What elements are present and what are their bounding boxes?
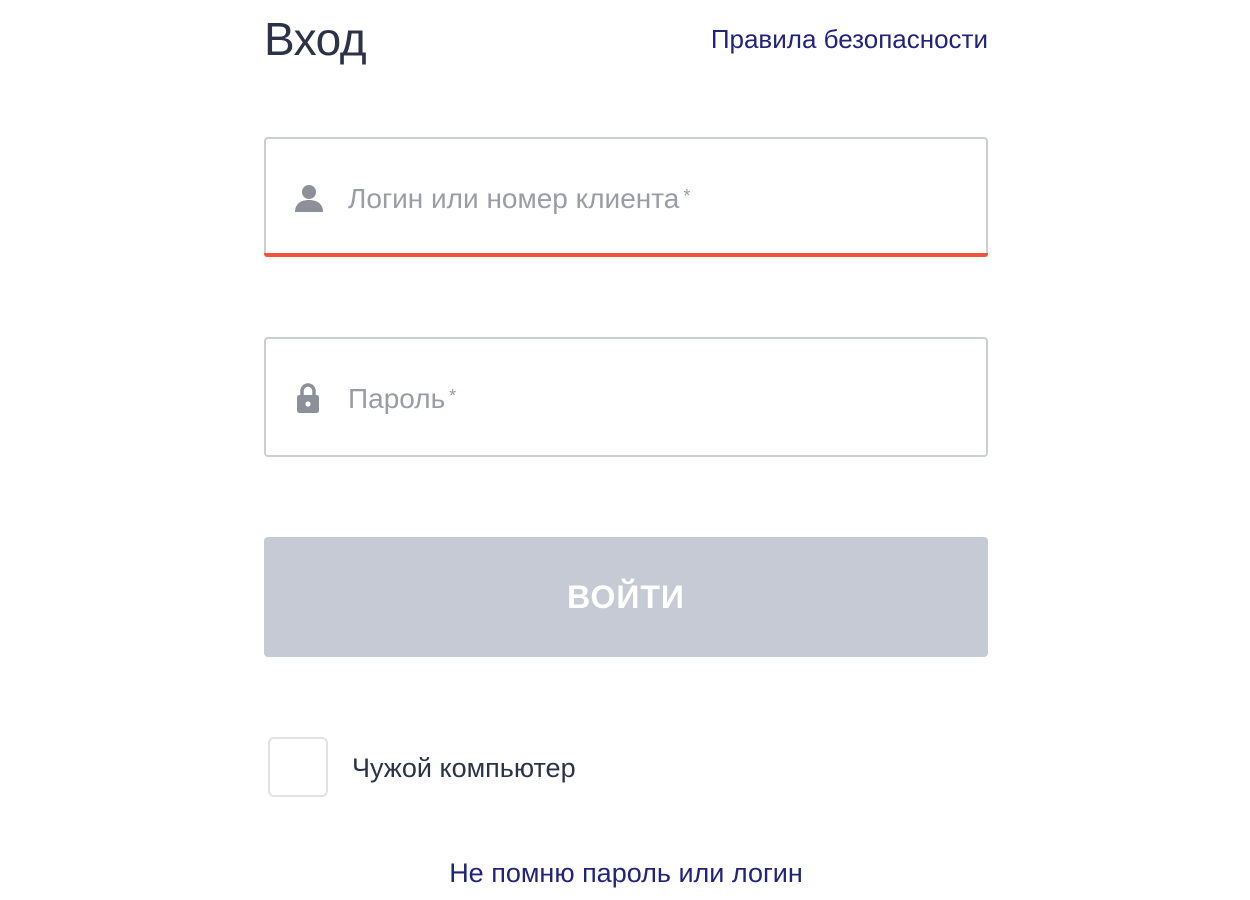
login-placeholder: Логин или номер клиента * xyxy=(348,183,691,214)
login-form-container: Вход Правила безопасности Логин или номе… xyxy=(264,0,988,900)
foreign-computer-option: Чужой компьютер xyxy=(268,737,768,797)
foreign-computer-checkbox[interactable] xyxy=(268,737,328,797)
required-mark: * xyxy=(449,386,457,406)
forgot-credentials-link[interactable]: Не помню пароль или логин xyxy=(264,855,988,891)
security-rules-link[interactable]: Правила безопасности xyxy=(711,24,988,54)
page-title: Вход xyxy=(264,13,367,65)
foreign-computer-label[interactable]: Чужой компьютер xyxy=(352,751,576,785)
password-placeholder: Пароль * xyxy=(348,383,457,414)
login-field[interactable]: Логин или номер клиента * xyxy=(264,137,988,257)
login-submit-button[interactable]: ВОЙТИ xyxy=(264,537,988,657)
password-field[interactable]: Пароль * xyxy=(264,337,988,457)
lock-icon xyxy=(292,381,326,415)
required-mark: * xyxy=(683,186,691,206)
user-icon xyxy=(292,181,326,215)
login-header: Вход Правила безопасности xyxy=(264,0,988,80)
